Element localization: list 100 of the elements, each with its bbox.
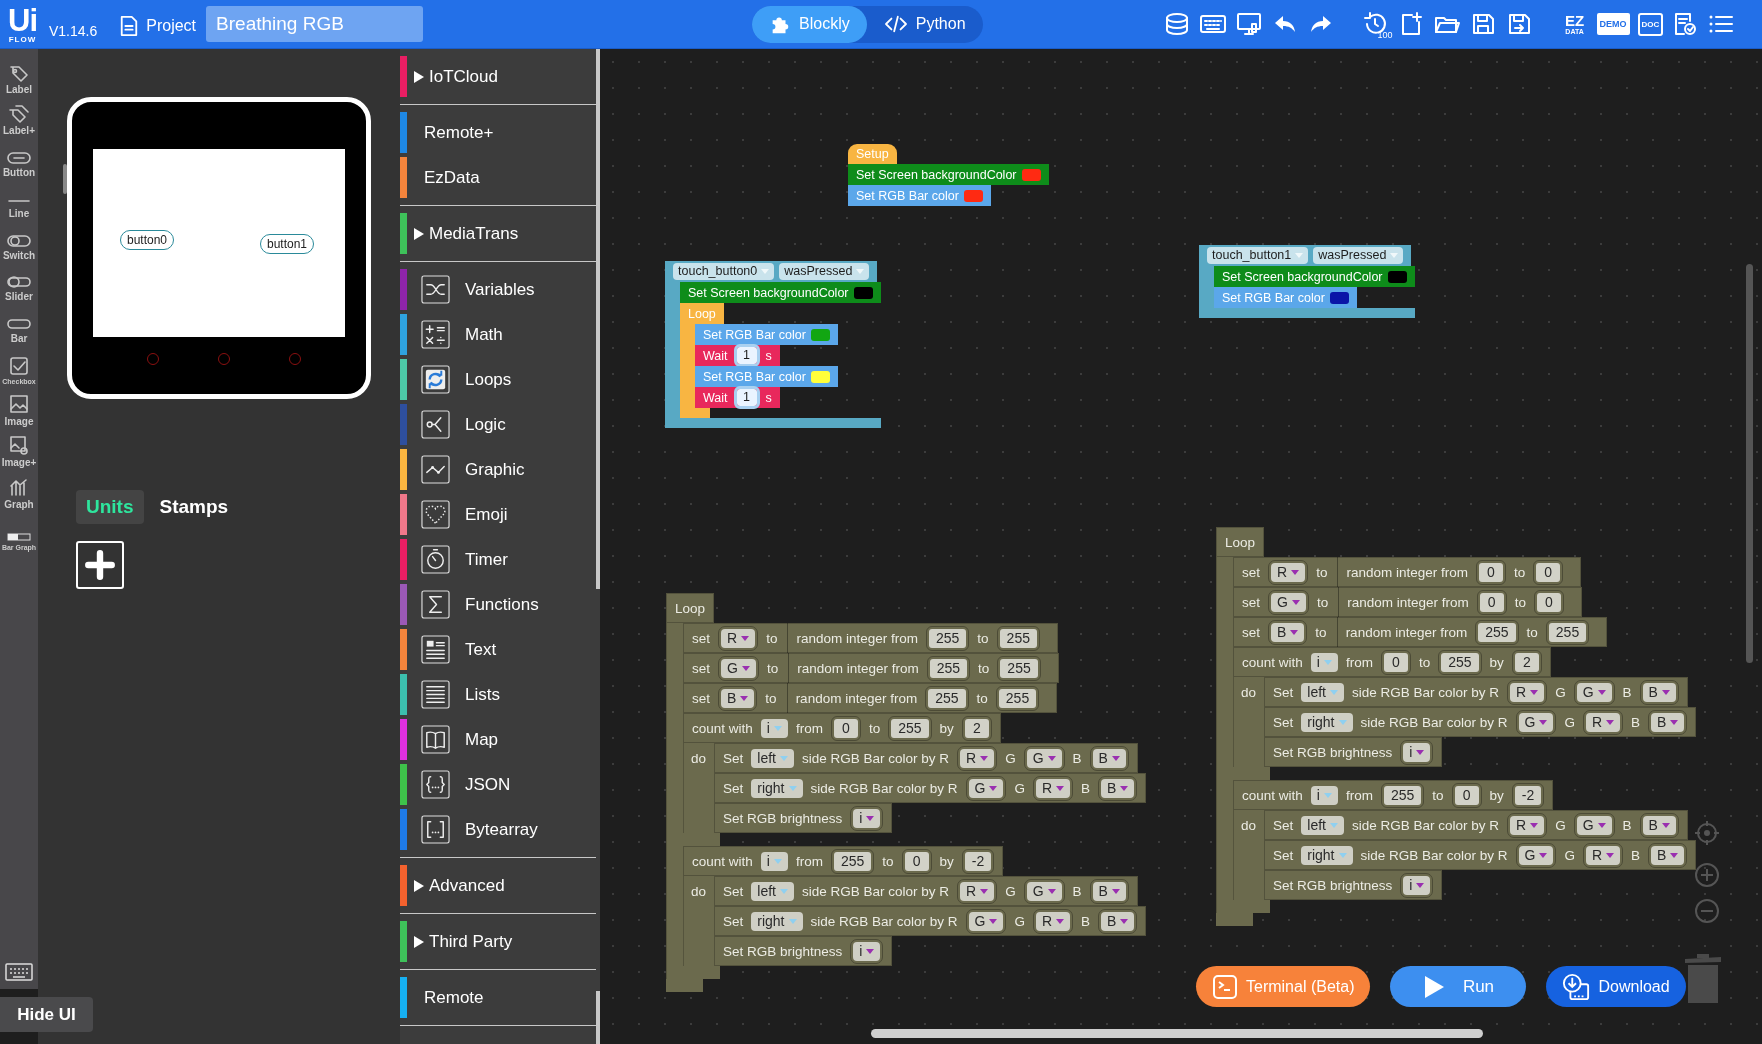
number-field[interactable]: 2 [964, 718, 989, 738]
category-item[interactable]: Functions [400, 582, 596, 627]
variable-dropdown[interactable]: B [1101, 911, 1135, 931]
variable-dropdown[interactable]: G [968, 778, 1004, 798]
loop-block[interactable]: count with i from 0 to 255 by 2 do Set left side RGB Bar color by R R G G B B Set right side RGB Bar color by R G G R B B Set RGB brightness i [1233, 647, 1697, 780]
loop-block[interactable] [666, 593, 1147, 992]
code-block[interactable]: Set left side RGB Bar color by R R G G B B [1264, 677, 1688, 707]
widget-tool[interactable]: Switch [0, 219, 38, 261]
category-item[interactable]: Remote+ [400, 110, 596, 155]
category-item[interactable]: Lists [400, 672, 596, 717]
download-button[interactable]: Download [1546, 966, 1686, 1007]
dropdown-field[interactable]: wasPressed [779, 263, 870, 280]
number-field[interactable]: 255 [1000, 658, 1038, 678]
variable-dropdown[interactable]: B [1271, 622, 1305, 642]
color-swatch[interactable] [1021, 168, 1041, 181]
number-field[interactable]: 255 [1383, 785, 1422, 805]
code-block[interactable]: Set right side RGB Bar color by R G G R B B [714, 906, 1147, 936]
screen-button[interactable]: button0 [120, 230, 175, 250]
event-block[interactable]: touch_button0 wasPressed Set Screen backgroundColor Loop Set RGB Bar color Wait 1 s Set RGB Bar color Wait 1 s [665, 261, 881, 428]
add-button[interactable] [76, 541, 124, 589]
variable-dropdown[interactable]: G [1576, 815, 1612, 835]
variable-dropdown[interactable]: R [1510, 815, 1545, 835]
code-block[interactable]: Set Screen backgroundColor [848, 164, 1049, 185]
dropdown-field[interactable]: i [1310, 785, 1338, 805]
variable-dropdown[interactable]: R [1585, 712, 1621, 732]
dropdown-field[interactable]: i [760, 851, 788, 871]
number-field[interactable]: 0 [1537, 592, 1561, 612]
scrollbar[interactable] [871, 1029, 1483, 1038]
number-field[interactable]: 255 [1478, 622, 1516, 642]
code-block[interactable]: Set left side RGB Bar color by R R G G B B [1264, 810, 1688, 840]
code-block[interactable]: Wait 1 s [695, 387, 780, 408]
code-block[interactable]: Set RGB brightness i [714, 803, 893, 833]
number-field[interactable]: -2 [1514, 785, 1542, 805]
panel-tab[interactable]: Stamps [149, 490, 239, 524]
code-block[interactable]: Set left side RGB Bar color by R R G G B B [714, 876, 1138, 906]
dropdown-field[interactable]: left [1301, 682, 1344, 702]
number-field[interactable]: 2 [1514, 652, 1539, 672]
variable-dropdown[interactable]: R [960, 748, 995, 768]
widget-tool[interactable]: Label [0, 53, 38, 95]
demo-button[interactable]: DEMO [1596, 13, 1630, 35]
dropdown-field[interactable]: right [751, 778, 803, 798]
code-block[interactable]: Set right side RGB Bar color by R G G R B B [714, 773, 1147, 803]
code-block[interactable]: Set RGB brightness i [1264, 737, 1443, 767]
scrollbar[interactable] [596, 49, 600, 589]
code-block[interactable]: set R to random integer from 0 to 0 [1233, 557, 1582, 587]
number-field[interactable]: 255 [833, 851, 872, 871]
keyboard-icon[interactable] [5, 963, 33, 981]
scrollbar[interactable] [596, 991, 600, 1044]
variable-dropdown[interactable]: R [1035, 778, 1071, 798]
category-item[interactable]: Advanced [400, 863, 596, 908]
category-item[interactable]: Emoji [400, 492, 596, 537]
variable-dropdown[interactable]: G [1576, 682, 1612, 702]
dropdown-field[interactable]: left [751, 748, 794, 768]
zoom-out-icon[interactable] [1694, 898, 1720, 924]
dropdown-field[interactable]: right [1301, 845, 1353, 865]
loop-block[interactable] [1216, 527, 1697, 926]
widget-tool[interactable]: Slider [0, 260, 38, 302]
variable-dropdown[interactable]: G [1518, 845, 1554, 865]
mode-tab[interactable]: Python [866, 5, 983, 43]
dropdown-field[interactable]: left [751, 881, 794, 901]
number-field[interactable]: 0 [1454, 785, 1479, 805]
target-icon[interactable] [1694, 820, 1720, 846]
variable-dropdown[interactable]: R [1035, 911, 1071, 931]
category-item[interactable]: Variables [400, 267, 596, 312]
color-swatch[interactable] [1387, 270, 1407, 283]
color-swatch[interactable] [963, 189, 983, 202]
widget-tool[interactable]: Label+ [0, 94, 38, 136]
category-item[interactable]: Map [400, 717, 596, 762]
variable-dropdown[interactable]: B [1651, 845, 1685, 865]
category-item[interactable]: IoTCloud [400, 54, 596, 99]
category-item[interactable]: Loops [400, 357, 596, 402]
category-item[interactable]: Graphic [400, 447, 596, 492]
color-swatch[interactable] [810, 370, 830, 383]
number-field[interactable]: 1 [736, 347, 757, 364]
code-block[interactable]: Set right side RGB Bar color by R G G R B B [1264, 707, 1697, 737]
screen-button[interactable]: button1 [260, 234, 315, 254]
dropdown-field[interactable]: right [1301, 712, 1353, 732]
variable-dropdown[interactable]: G [1518, 712, 1554, 732]
loop-block[interactable]: Loop Set RGB Bar color Wait 1 s Set RGB Bar color Wait 1 s [680, 303, 838, 418]
dropdown-field[interactable]: touch_button1 [1207, 247, 1309, 264]
event-block[interactable]: touch_button1 wasPressed Set Screen backgroundColor Set RGB Bar color [1199, 245, 1415, 318]
code-block[interactable]: Wait 1 s [695, 345, 780, 366]
code-block[interactable]: Set right side RGB Bar color by R G G R B B [1264, 840, 1697, 870]
variable-dropdown[interactable]: G [1026, 881, 1062, 901]
number-field[interactable]: 1 [736, 389, 757, 406]
dropdown-field[interactable]: touch_button0 [673, 263, 775, 280]
number-field[interactable]: 0 [833, 718, 858, 738]
panel-tab[interactable]: Units [76, 490, 144, 524]
category-item[interactable]: Timer [400, 537, 596, 582]
number-field[interactable]: -2 [964, 851, 992, 871]
widget-tool[interactable]: Button [0, 136, 38, 178]
variable-dropdown[interactable]: i [1403, 742, 1431, 762]
color-swatch[interactable] [810, 328, 830, 341]
code-block[interactable]: set B to random integer from 255 to 255 [1233, 617, 1608, 647]
dropdown-field[interactable]: i [1310, 652, 1338, 672]
number-field[interactable]: 255 [1441, 652, 1479, 672]
code-block[interactable]: Set Screen backgroundColor [680, 282, 881, 303]
category-item[interactable]: Math [400, 312, 596, 357]
variable-dropdown[interactable]: G [721, 658, 756, 678]
category-item[interactable]: EzData [400, 155, 596, 200]
